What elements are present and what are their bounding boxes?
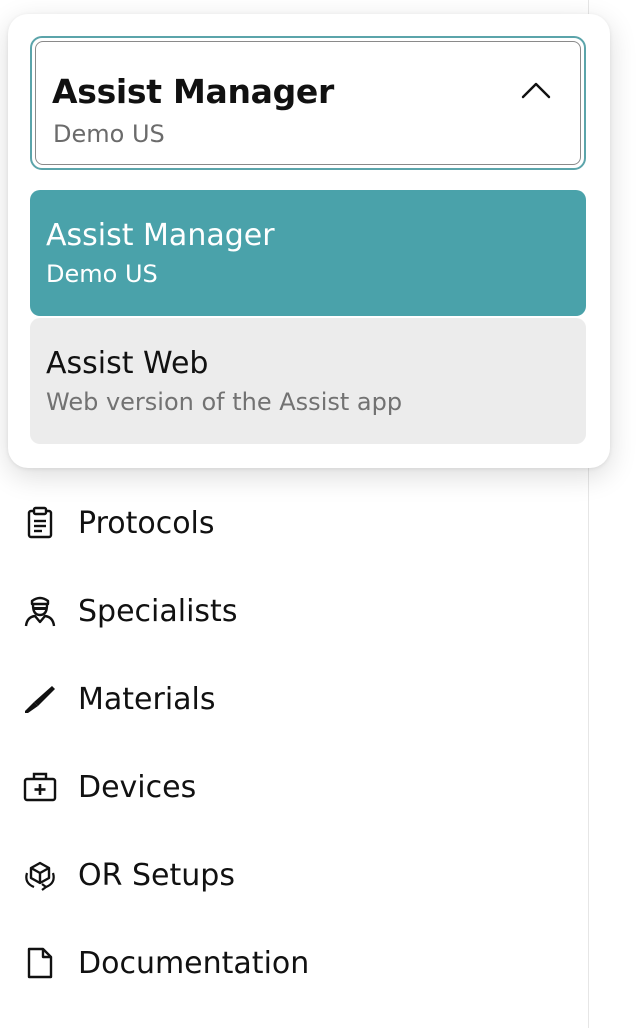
nav-label: Materials (78, 681, 216, 717)
nav-label: Specialists (78, 593, 238, 629)
scalpel-icon (22, 679, 62, 719)
chevron-up-icon[interactable] (520, 80, 552, 100)
app-switcher-popover: Assist Manager Demo US Assist Manager De… (8, 14, 610, 468)
app-select-title: Assist Manager (52, 72, 334, 111)
option-title: Assist Web (46, 346, 209, 381)
dropdown-option-assist-manager[interactable]: Assist Manager Demo US (30, 190, 586, 316)
document-icon (22, 943, 62, 983)
nav-label: Devices (78, 769, 197, 805)
app-select-field[interactable]: Assist Manager Demo US (35, 41, 581, 165)
app-select[interactable]: Assist Manager Demo US (30, 36, 586, 170)
clipboard-icon (22, 503, 62, 543)
medical-case-icon (22, 767, 62, 807)
nav-item-protocols[interactable]: Protocols (22, 498, 562, 548)
option-title: Assist Manager (46, 218, 275, 253)
nav-item-devices[interactable]: Devices (22, 762, 562, 812)
nav-label: OR Setups (78, 857, 235, 893)
nav-item-specialists[interactable]: Specialists (22, 586, 562, 636)
option-subtitle: Web version of the Assist app (46, 388, 403, 416)
nav-item-documentation[interactable]: Documentation (22, 938, 562, 988)
cube-rotate-icon (22, 855, 62, 895)
specialist-icon (22, 591, 62, 631)
nav-label: Documentation (78, 945, 310, 981)
dropdown-option-assist-web[interactable]: Assist Web Web version of the Assist app (30, 318, 586, 444)
option-subtitle: Demo US (46, 260, 158, 288)
app-select-subtitle: Demo US (53, 120, 165, 148)
nav-item-materials[interactable]: Materials (22, 674, 562, 724)
nav-item-or-setups[interactable]: OR Setups (22, 850, 562, 900)
nav-label: Protocols (78, 505, 215, 541)
